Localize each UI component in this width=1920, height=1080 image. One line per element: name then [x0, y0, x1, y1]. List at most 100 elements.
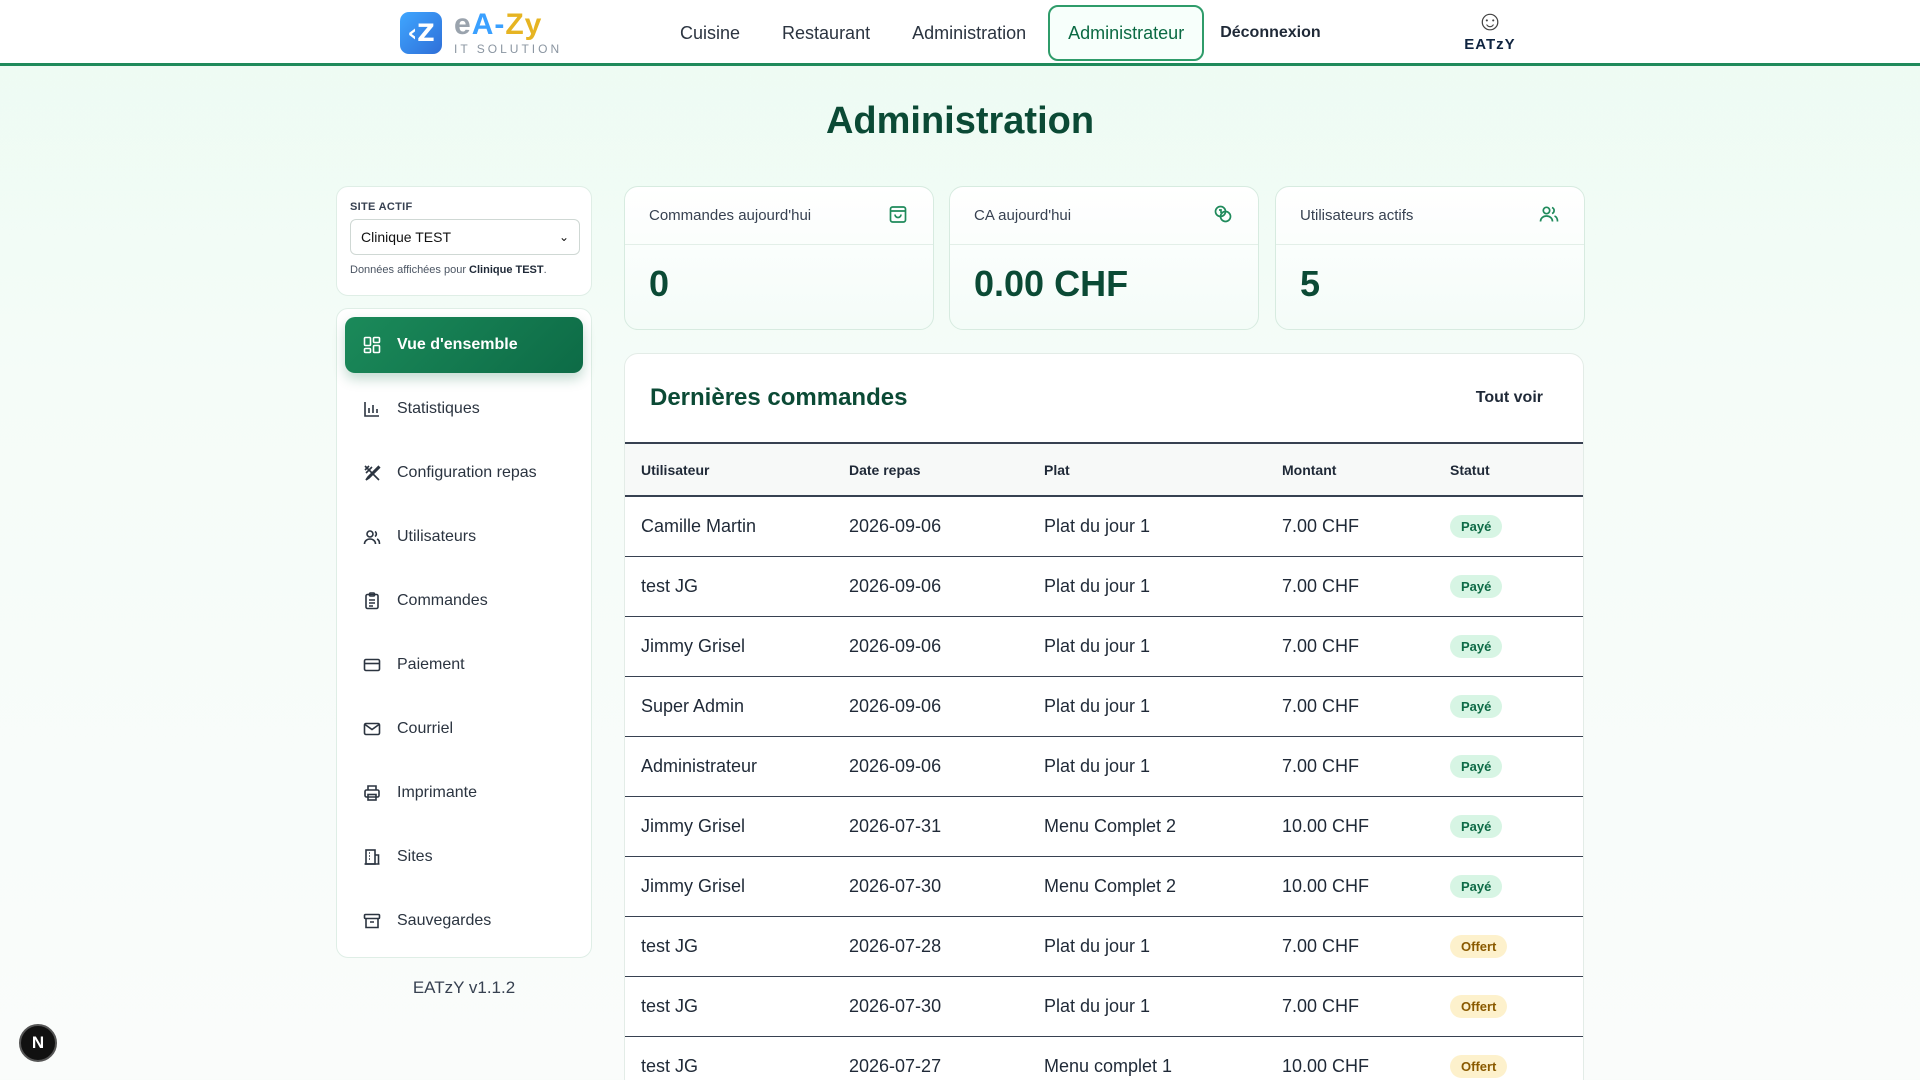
- cell-dish: Plat du jour 1: [1044, 556, 1282, 617]
- table-row[interactable]: test JG 2026-09-06 Plat du jour 1 7.00 CHF P…: [625, 556, 1583, 617]
- cell-date: 2026-09-06: [849, 556, 1044, 617]
- cell-date: 2026-09-06: [849, 496, 1044, 557]
- cell-status: Offert: [1450, 1036, 1583, 1080]
- cell-status: Offert: [1450, 976, 1583, 1037]
- site-select[interactable]: Clinique TEST ⌄: [350, 219, 580, 255]
- cell-dish: Menu Complet 2: [1044, 796, 1282, 857]
- recent-orders-title: Dernières commandes: [650, 384, 908, 411]
- building-icon: [361, 846, 383, 868]
- table-row[interactable]: Jimmy Grisel 2026-07-30 Menu Complet 2 10.0…: [625, 856, 1583, 917]
- status-badge: Payé: [1450, 814, 1503, 838]
- site-label: SITE ACTIF: [350, 201, 413, 213]
- recent-orders-panel: Dernières commandes Tout voir Utilisateu…: [624, 353, 1584, 1080]
- table-row[interactable]: Administrateur 2026-09-06 Plat du jour 1 7.…: [625, 736, 1583, 797]
- users-icon: [1538, 203, 1560, 229]
- nav-cuisine[interactable]: Cuisine: [660, 5, 760, 61]
- cell-dish: Plat du jour 1: [1044, 616, 1282, 677]
- cell-amount: 10.00 CHF: [1282, 856, 1450, 917]
- cell-amount: 7.00 CHF: [1282, 916, 1450, 977]
- cell-date: 2026-07-30: [849, 856, 1044, 917]
- table-row[interactable]: Camille Martin 2026-09-06 Plat du jour 1 7.…: [625, 496, 1583, 557]
- nav-restaurant[interactable]: Restaurant: [762, 5, 890, 61]
- sidebar-item-sites[interactable]: Sites: [345, 829, 583, 885]
- column-header[interactable]: Plat: [1044, 444, 1282, 497]
- sidebar-item-orders[interactable]: Commandes: [345, 573, 583, 629]
- clipboard-icon: [361, 590, 383, 612]
- status-badge: Offert: [1450, 1054, 1508, 1078]
- cell-amount: 7.00 CHF: [1282, 496, 1450, 557]
- archive-icon: [361, 910, 383, 932]
- table-row[interactable]: test JG 2026-07-28 Plat du jour 1 7.00 CHF O…: [625, 916, 1583, 977]
- logo-subtitle: IT SOLUTION: [454, 42, 563, 56]
- cell-status: Payé: [1450, 856, 1583, 917]
- cell-dish: Plat du jour 1: [1044, 736, 1282, 797]
- cell-dish: Menu Complet 2: [1044, 856, 1282, 917]
- cell-date: 2026-09-06: [849, 676, 1044, 737]
- cell-amount: 7.00 CHF: [1282, 616, 1450, 677]
- stat-revenue-today: CA aujourd'hui 0.00 CHF: [949, 186, 1259, 330]
- cell-date: 2026-09-06: [849, 616, 1044, 677]
- table-row[interactable]: test JG 2026-07-30 Plat du jour 1 7.00 CHF O…: [625, 976, 1583, 1037]
- logo-mark: ‹Z: [400, 12, 442, 54]
- stat-value: 0: [649, 263, 670, 304]
- table-row[interactable]: test JG 2026-07-27 Menu complet 1 10.00 CHF…: [625, 1036, 1583, 1080]
- sidebar-item-users[interactable]: Utilisateurs: [345, 509, 583, 565]
- status-badge: Payé: [1450, 694, 1503, 718]
- active-site-card: SITE ACTIF Clinique TEST ⌄ Données affic…: [336, 186, 592, 296]
- credit-card-icon: [361, 654, 383, 676]
- company-logo[interactable]: ‹Z eA-Zy IT SOLUTION: [400, 8, 562, 58]
- eatzy-brand[interactable]: ☺ EATzY: [1458, 6, 1522, 60]
- stat-active-users: Utilisateurs actifs 5: [1275, 186, 1585, 330]
- column-header[interactable]: Statut: [1450, 444, 1583, 497]
- column-header[interactable]: Montant: [1282, 444, 1450, 497]
- cell-amount: 10.00 CHF: [1282, 1036, 1450, 1080]
- sidebar-item-backups[interactable]: Sauvegardes: [345, 893, 583, 949]
- table-row[interactable]: Jimmy Grisel 2026-09-06 Plat du jour 1 7.00…: [625, 616, 1583, 677]
- stat-orders-today: Commandes aujourd'hui 0: [624, 186, 934, 330]
- table-row[interactable]: Super Admin 2026-09-06 Plat du jour 1 7.00 …: [625, 676, 1583, 737]
- cell-amount: 7.00 CHF: [1282, 976, 1450, 1037]
- cell-user: Camille Martin: [625, 496, 849, 557]
- table-row[interactable]: Jimmy Grisel 2026-07-31 Menu Complet 2 10.0…: [625, 796, 1583, 857]
- mail-icon: [361, 718, 383, 740]
- cell-user: Jimmy Grisel: [625, 856, 849, 917]
- logout-link[interactable]: Déconnexion: [1220, 24, 1320, 42]
- status-badge: Payé: [1450, 514, 1503, 538]
- stat-value: 5: [1300, 263, 1321, 304]
- column-header[interactable]: Date repas: [849, 444, 1044, 497]
- cell-dish: Plat du jour 1: [1044, 496, 1282, 557]
- site-hint: Données affichées pour Clinique TEST.: [350, 264, 547, 276]
- sidebar-item-meal-config[interactable]: Configuration repas: [345, 445, 583, 501]
- admin-sidebar: Vue d'ensemble Statistiques Configuratio…: [336, 308, 592, 958]
- sidebar-item-overview[interactable]: Vue d'ensemble: [345, 317, 583, 373]
- sidebar-item-payment[interactable]: Paiement: [345, 637, 583, 693]
- sidebar-item-printer[interactable]: Imprimante: [345, 765, 583, 821]
- printer-icon: [361, 782, 383, 804]
- utensils-icon: [361, 462, 383, 484]
- cell-user: Jimmy Grisel: [625, 616, 849, 677]
- stat-value: 0.00 CHF: [974, 263, 1129, 304]
- shopping-bag-icon: [887, 203, 909, 229]
- cell-status: Payé: [1450, 556, 1583, 617]
- sidebar-item-mail[interactable]: Courriel: [345, 701, 583, 757]
- bar-chart-icon: [361, 398, 383, 420]
- cell-dish: Plat du jour 1: [1044, 916, 1282, 977]
- cell-user: Administrateur: [625, 736, 849, 797]
- sidebar-item-statistics[interactable]: Statistiques: [345, 381, 583, 437]
- status-badge: Payé: [1450, 754, 1503, 778]
- cell-status: Payé: [1450, 736, 1583, 797]
- cell-amount: 7.00 CHF: [1282, 556, 1450, 617]
- orders-table: Utilisateur Date repas Plat Montant Stat…: [625, 444, 1583, 1080]
- column-header[interactable]: Utilisateur: [625, 444, 849, 497]
- cell-date: 2026-07-31: [849, 796, 1044, 857]
- cell-dish: Plat du jour 1: [1044, 976, 1282, 1037]
- cell-dish: Menu complet 1: [1044, 1036, 1282, 1080]
- cell-amount: 7.00 CHF: [1282, 736, 1450, 797]
- nav-administrateur[interactable]: Administrateur: [1048, 5, 1205, 61]
- dev-tools-button[interactable]: N: [19, 1024, 57, 1062]
- see-all-link[interactable]: Tout voir: [1476, 389, 1543, 407]
- main-nav: Cuisine Restaurant Administration Admini…: [660, 5, 1321, 61]
- cell-user: test JG: [625, 1036, 849, 1080]
- nav-administration[interactable]: Administration: [892, 5, 1046, 61]
- chef-icon: ☺: [1475, 5, 1505, 36]
